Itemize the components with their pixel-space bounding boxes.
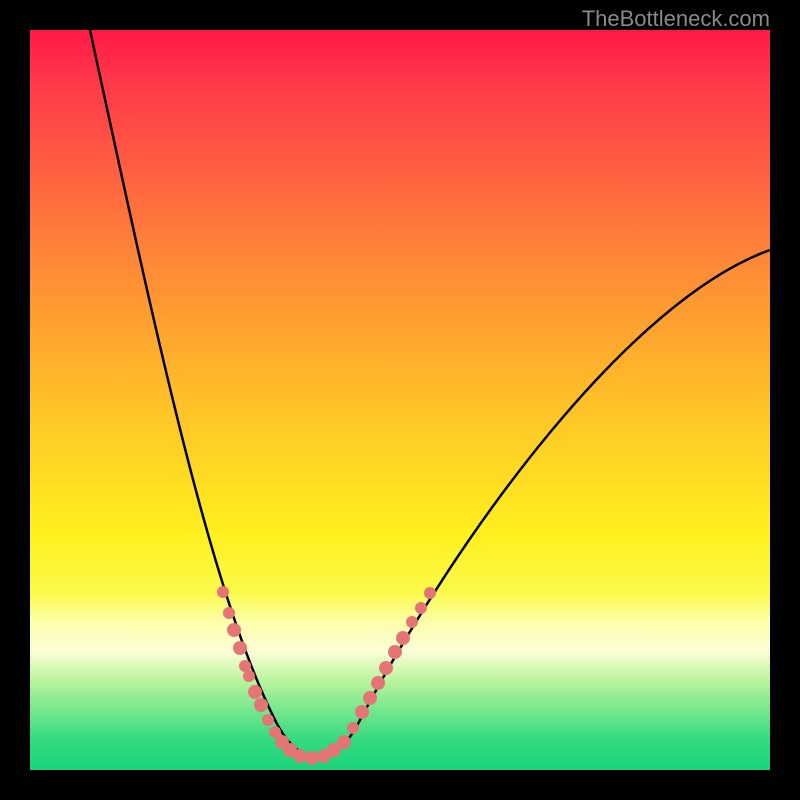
data-marker (371, 676, 385, 690)
data-marker (227, 623, 241, 637)
data-marker (248, 685, 262, 699)
data-markers (217, 586, 436, 765)
data-marker (355, 705, 369, 719)
data-marker (415, 602, 427, 614)
data-marker (254, 698, 268, 712)
data-marker (262, 714, 274, 726)
watermark-text: TheBottleneck.com (582, 6, 770, 32)
data-marker (293, 749, 307, 763)
data-marker (217, 586, 229, 598)
data-marker (379, 661, 393, 675)
data-marker (337, 735, 351, 749)
data-marker (233, 641, 247, 655)
data-marker (305, 751, 319, 765)
data-marker (363, 691, 377, 705)
bottleneck-curve (90, 30, 770, 758)
data-marker (223, 607, 235, 619)
chart-svg (30, 30, 770, 770)
data-marker (243, 670, 255, 682)
data-marker (406, 616, 418, 628)
chart-plot-area (30, 30, 770, 770)
data-marker (347, 722, 359, 734)
data-marker (424, 587, 436, 599)
data-marker (388, 645, 402, 659)
data-marker (396, 631, 410, 645)
